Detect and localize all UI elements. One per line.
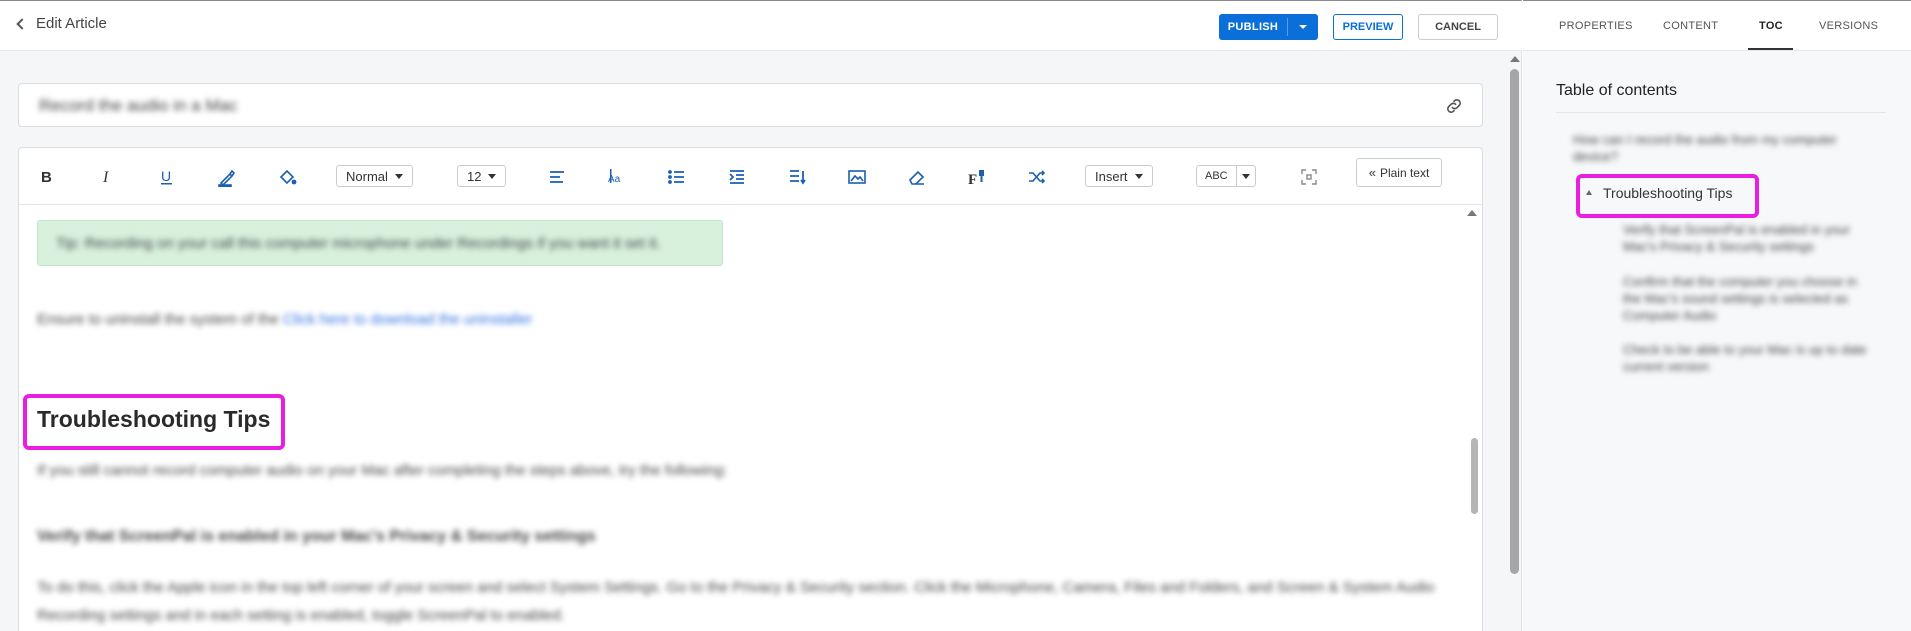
editor-scroll-up[interactable] xyxy=(1467,210,1477,216)
editor-content[interactable]: Tip: Recording on your call this compute… xyxy=(19,206,1482,631)
insert-select-value: Insert xyxy=(1095,168,1128,184)
paragraph: To do this, click the Apple icon in the … xyxy=(37,579,1435,624)
paragraph: If you still cannot record computer audi… xyxy=(37,462,728,479)
publish-label: PUBLISH xyxy=(1227,21,1279,33)
plain-text-label: Plain text xyxy=(1379,165,1430,180)
format-select[interactable]: Normal xyxy=(336,165,413,187)
cancel-button[interactable]: CANCEL xyxy=(1418,14,1498,40)
editor-scrollbar-thumb[interactable] xyxy=(1471,438,1478,514)
rich-text-editor: B I U Normal 12 Aa F Insert ABC « Plain … xyxy=(18,147,1483,631)
subheading: Verify that ScreenPal is enabled in your… xyxy=(37,528,596,545)
font-size-select[interactable]: 12 xyxy=(457,165,507,187)
font-icon[interactable]: Aa xyxy=(605,165,629,189)
svg-text:I: I xyxy=(102,169,109,186)
tab-properties[interactable]: PROPERTIES xyxy=(1559,20,1633,32)
paragraph: Ensure to uninstall the system of the Cl… xyxy=(37,311,532,328)
collapse-triangle-icon[interactable] xyxy=(1586,190,1592,195)
tip-callout: Tip: Recording on your call this compute… xyxy=(37,220,723,266)
spellcheck-dropdown[interactable] xyxy=(1237,173,1255,179)
editor-toolbar: B I U Normal 12 Aa F Insert ABC « Plain … xyxy=(19,148,1482,205)
toc-title: Table of contents xyxy=(1556,82,1677,99)
editor-pane: Edit Article PUBLISH PREVIEW CANCEL Reco… xyxy=(0,0,1522,631)
chevron-down-icon xyxy=(1241,173,1250,179)
spellcheck-control[interactable]: ABC xyxy=(1196,165,1256,187)
back-button[interactable]: Edit Article xyxy=(16,15,107,32)
toc-item-troubleshooting[interactable]: Troubleshooting Tips xyxy=(1603,185,1732,201)
text-color-icon[interactable] xyxy=(215,165,239,189)
background-color-icon[interactable] xyxy=(275,165,299,189)
fullscreen-icon[interactable] xyxy=(1297,165,1321,189)
eraser-icon[interactable] xyxy=(905,165,929,189)
chevron-down-icon xyxy=(394,173,403,179)
font-size-value: 12 xyxy=(467,168,482,184)
article-title: Record the audio in a Mac xyxy=(39,96,238,115)
align-icon[interactable] xyxy=(545,165,569,189)
toc-item[interactable]: How can I record the audio from my compu… xyxy=(1573,131,1873,165)
publish-dropdown-button[interactable] xyxy=(1288,14,1318,40)
insert-select[interactable]: Insert xyxy=(1085,165,1153,187)
paragraph-text: Ensure to uninstall the system of the xyxy=(37,311,283,328)
top-bar: Edit Article PUBLISH PREVIEW CANCEL xyxy=(0,1,1522,51)
toc-item[interactable]: Check to be able to your Mac is up to da… xyxy=(1623,341,1868,375)
svg-text:B: B xyxy=(41,169,52,186)
bold-icon[interactable]: B xyxy=(35,165,59,189)
tab-content[interactable]: CONTENT xyxy=(1663,20,1718,32)
divider xyxy=(1556,112,1886,113)
indent-icon[interactable] xyxy=(725,165,749,189)
side-tabs: PROPERTIES CONTENT TOC VERSIONS xyxy=(1523,1,1911,51)
preview-button[interactable]: PREVIEW xyxy=(1333,14,1403,40)
callout-text: Tip: Recording on your call this compute… xyxy=(56,235,661,252)
page-scrollbar-thumb[interactable] xyxy=(1510,69,1519,574)
chevron-down-icon xyxy=(1299,25,1307,29)
page-scroll-up[interactable] xyxy=(1510,56,1520,62)
spellcheck-label[interactable]: ABC xyxy=(1197,166,1237,186)
chevron-down-icon xyxy=(1134,173,1143,179)
uninstaller-link[interactable]: Click here to download the uninstaller xyxy=(283,311,532,328)
line-spacing-icon[interactable] xyxy=(785,165,809,189)
bullet-list-icon[interactable] xyxy=(665,165,689,189)
section-heading: Troubleshooting Tips xyxy=(37,406,271,432)
svg-text:F: F xyxy=(968,172,977,187)
format-painter-icon[interactable]: F xyxy=(965,165,989,189)
underline-icon[interactable]: U xyxy=(155,165,179,189)
double-chevron-left-icon: « xyxy=(1368,165,1376,180)
tab-versions[interactable]: VERSIONS xyxy=(1819,20,1878,32)
plain-text-button[interactable]: « Plain text xyxy=(1356,158,1442,187)
toc-item[interactable]: Verify that ScreenPal is enabled in your… xyxy=(1623,221,1868,255)
format-select-value: Normal xyxy=(346,168,388,184)
svg-text:U: U xyxy=(161,168,171,184)
active-tab-indicator xyxy=(1748,48,1793,50)
article-title-field[interactable]: Record the audio in a Mac xyxy=(18,83,1483,127)
svg-text:Aa: Aa xyxy=(608,174,621,185)
tab-toc[interactable]: TOC xyxy=(1759,20,1783,32)
page-title: Edit Article xyxy=(36,15,107,32)
shuffle-icon[interactable] xyxy=(1025,165,1049,189)
image-icon[interactable] xyxy=(845,165,869,189)
link-icon[interactable] xyxy=(1444,96,1464,116)
chevron-down-icon xyxy=(488,173,497,179)
toc-item[interactable]: Confirm that the computer you choose in … xyxy=(1623,273,1868,324)
publish-button[interactable]: PUBLISH xyxy=(1219,14,1318,40)
chevron-left-icon xyxy=(16,17,28,30)
italic-icon[interactable]: I xyxy=(95,165,119,189)
side-panel: PROPERTIES CONTENT TOC VERSIONS Table of… xyxy=(1523,0,1911,631)
